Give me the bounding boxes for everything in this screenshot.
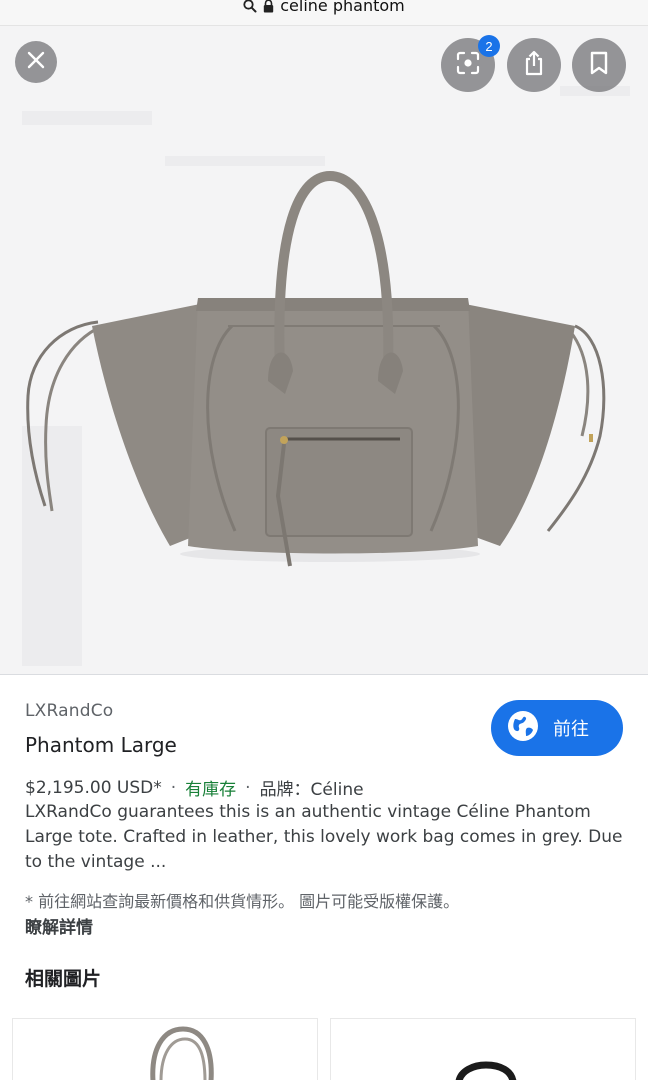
image-viewer[interactable]: 2: [0, 26, 648, 674]
related-images-heading: 相關圖片: [25, 968, 102, 990]
product-title[interactable]: Phantom Large: [25, 733, 177, 757]
bookmark-button[interactable]: [572, 38, 626, 92]
disclaimer-note: * 前往網站查詢最新價格和供貨情形。 圖片可能受版權保護。: [25, 892, 460, 911]
close-button[interactable]: [15, 41, 57, 83]
product-image-bag: [26, 170, 606, 567]
url-bar[interactable]: celine phantom: [0, 0, 648, 26]
lock-icon: [263, 0, 274, 13]
bookmark-icon: [589, 51, 609, 79]
share-icon: [522, 50, 546, 80]
separator: ·: [170, 777, 177, 798]
source-name[interactable]: LXRandCo: [25, 701, 113, 721]
close-icon: [26, 50, 46, 74]
learn-more-link[interactable]: 瞭解詳情: [25, 913, 93, 938]
share-button[interactable]: [507, 38, 561, 92]
related-image-thumbnail[interactable]: [330, 1018, 636, 1080]
lens-icon: [455, 50, 481, 80]
divider: [0, 674, 648, 675]
product-meta: $2,195.00 USD* · 有庫存 · 品牌：Céline: [25, 775, 364, 801]
product-description: LXRandCo guarantees this is an authentic…: [25, 802, 623, 872]
thumbnail-bag-handle: [150, 1026, 214, 1080]
lens-badge: 2: [478, 35, 500, 57]
visit-label: 前往: [553, 719, 589, 740]
thumbnail-bag-handle: [455, 1061, 517, 1080]
stock-status: 有庫存: [185, 780, 237, 800]
visit-button[interactable]: 前往: [491, 700, 623, 756]
search-icon: [243, 0, 257, 13]
brand: 品牌：Céline: [259, 780, 364, 800]
globe-icon: [507, 710, 539, 747]
separator: ·: [245, 777, 251, 798]
price: $2,195.00 USD*: [25, 777, 162, 798]
related-image-thumbnail[interactable]: [12, 1018, 318, 1080]
url-text: celine phantom: [280, 0, 405, 15]
